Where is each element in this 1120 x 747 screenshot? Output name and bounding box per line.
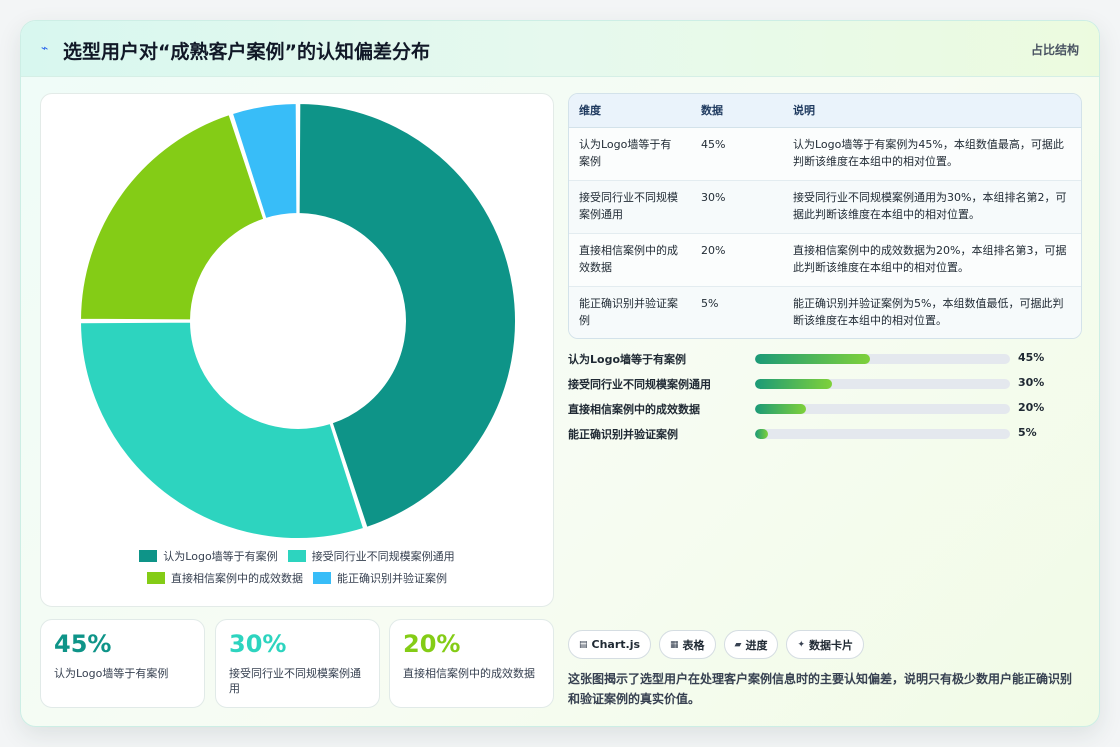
table-cell-note: 认为Logo墙等于有案例为45%，本组数值最高，可据此判断该维度在本组中的相对位… [783,127,1081,181]
table-row: 直接相信案例中的成效数据 20% 直接相信案例中的成效数据为20%，本组排名第3… [569,233,1081,287]
doughnut-slice[interactable] [78,320,366,540]
data-table-panel: 维度 数据 说明 认为Logo墙等于有案例 45% 认为Logo墙等于有案例为4… [568,93,1082,339]
progress-track [755,429,1010,439]
chip-data-card[interactable]: ✦ 数据卡片 [786,630,865,659]
progress-row: 认为Logo墙等于有案例 45% [568,347,1068,372]
legend-label: 直接相信案例中的成效数据 [171,572,303,585]
chip-label: Chart.js [591,638,641,651]
table-cell-value: 5% [691,286,783,338]
legend-item[interactable]: 直接相信案例中的成效数据 [147,570,303,586]
progress-percent: 5% [1018,426,1037,439]
progress-fill [755,379,832,389]
progress-label: 直接相信案例中的成效数据 [568,403,700,416]
dashboard-card: ⌁ 选型用户对“成熟客户案例”的认知偏差分布 占比结构 认为Logo墙等于有案例… [20,20,1100,727]
chip-table[interactable]: ▦ 表格 [659,630,716,659]
progress-track [755,404,1010,414]
table-row: 能正确识别并验证案例 5% 能正确识别并验证案例为5%，本组数值最低，可据此判断… [569,286,1081,338]
table-cell-dimension: 直接相信案例中的成效数据 [569,233,691,287]
stat-card: 20% 直接相信案例中的成效数据 [389,619,554,708]
legend-swatch [147,572,165,584]
chip-chartjs[interactable]: ▤ Chart.js [568,630,652,659]
progress-percent: 30% [1018,376,1045,389]
card-header: ⌁ 选型用户对“成熟客户案例”的认知偏差分布 占比结构 [21,21,1099,77]
stat-card: 45% 认为Logo墙等于有案例 [40,619,205,708]
table-cell-dimension: 能正确识别并验证案例 [569,286,691,338]
table-header-row: 维度 数据 说明 [569,94,1081,128]
table-cell-dimension: 认为Logo墙等于有案例 [569,127,691,181]
column-header: 数据 [691,94,783,128]
progress-row: 接受同行业不同规模案例通用 30% [568,372,1068,397]
progress-fill [755,429,768,439]
legend-label: 能正确识别并验证案例 [337,572,447,585]
chip-progress[interactable]: ▰ 进度 [723,630,779,659]
progress-label: 认为Logo墙等于有案例 [568,353,686,366]
stat-label: 认为Logo墙等于有案例 [54,667,169,680]
progress-bars: 认为Logo墙等于有案例 45% 接受同行业不同规模案例通用 30% 直接相信案… [568,347,1068,447]
chart-icon: ▤ [579,639,588,650]
table-cell-note: 直接相信案例中的成效数据为20%，本组排名第3，可据此判断该维度在本组中的相对位… [783,233,1081,287]
progress-percent: 45% [1018,351,1045,364]
stat-value: 20% [403,630,461,658]
table-cell-value: 45% [691,127,783,181]
table-cell-dimension: 接受同行业不同规模案例通用 [569,180,691,234]
progress-label: 接受同行业不同规模案例通用 [568,378,711,391]
tag-chips: ▤ Chart.js ▦ 表格 ▰ 进度 ✦ 数据卡片 [568,630,865,659]
table-icon: ▦ [670,639,679,650]
legend-item[interactable]: 认为Logo墙等于有案例 [139,548,278,564]
progress-track [755,379,1010,389]
legend-swatch [313,572,331,584]
legend-item[interactable]: 能正确识别并验证案例 [313,570,447,586]
doughnut-chart [78,101,517,540]
stat-card: 30% 接受同行业不同规模案例通用 [215,619,380,708]
legend-swatch [287,550,306,562]
progress-row: 能正确识别并验证案例 5% [568,422,1068,447]
lightning-icon: ⌁ [41,41,49,55]
column-header: 说明 [783,94,1081,128]
chart-legend: 认为Logo墙等于有案例 接受同行业不同规模案例通用 直接相信案例中的成效数据 … [41,545,553,589]
progress-percent: 20% [1018,401,1045,414]
progress-track [755,354,1010,364]
stat-label: 直接相信案例中的成效数据 [403,667,535,680]
summary-text: 这张图揭示了选型用户在处理客户案例信息时的主要认知偏差，说明只有极少数用户能正确… [568,672,1073,706]
progress-fill [755,354,870,364]
table-cell-value: 30% [691,180,783,234]
table-row: 认为Logo墙等于有案例 45% 认为Logo墙等于有案例为45%，本组数值最高… [569,127,1081,181]
column-header: 维度 [569,94,691,128]
legend-label: 接受同行业不同规模案例通用 [311,550,455,563]
legend-swatch [139,550,158,562]
chip-label: 数据卡片 [809,638,854,652]
progress-label: 能正确识别并验证案例 [568,428,678,441]
chart-type-tag: 占比结构 [1030,43,1079,57]
stat-label: 接受同行业不同规模案例通用 [229,667,361,695]
legend-label: 认为Logo墙等于有案例 [163,550,278,563]
table-row: 接受同行业不同规模案例通用 30% 接受同行业不同规模案例通用为30%，本组排名… [569,180,1081,234]
progress-fill [755,404,806,414]
progress-row: 直接相信案例中的成效数据 20% [568,397,1068,422]
data-table: 维度 数据 说明 认为Logo墙等于有案例 45% 认为Logo墙等于有案例为4… [569,94,1081,338]
page-title: 选型用户对“成熟客户案例”的认知偏差分布 [63,41,430,63]
chip-label: 进度 [745,638,768,652]
stat-value: 30% [229,630,287,658]
doughnut-chart-panel: 认为Logo墙等于有案例 接受同行业不同规模案例通用 直接相信案例中的成效数据 … [40,93,554,607]
chip-label: 表格 [682,638,705,652]
doughnut-slice[interactable] [78,112,266,322]
stat-value: 45% [54,630,112,658]
table-cell-note: 能正确识别并验证案例为5%，本组数值最低，可据此判断该维度在本组中的相对位置。 [783,286,1081,338]
table-cell-value: 20% [691,233,783,287]
sparkle-icon: ✦ [797,639,806,650]
legend-item[interactable]: 接受同行业不同规模案例通用 [287,548,455,564]
table-cell-note: 接受同行业不同规模案例通用为30%，本组排名第2，可据此判断该维度在本组中的相对… [783,180,1081,234]
progress-icon: ▰ [734,639,742,650]
